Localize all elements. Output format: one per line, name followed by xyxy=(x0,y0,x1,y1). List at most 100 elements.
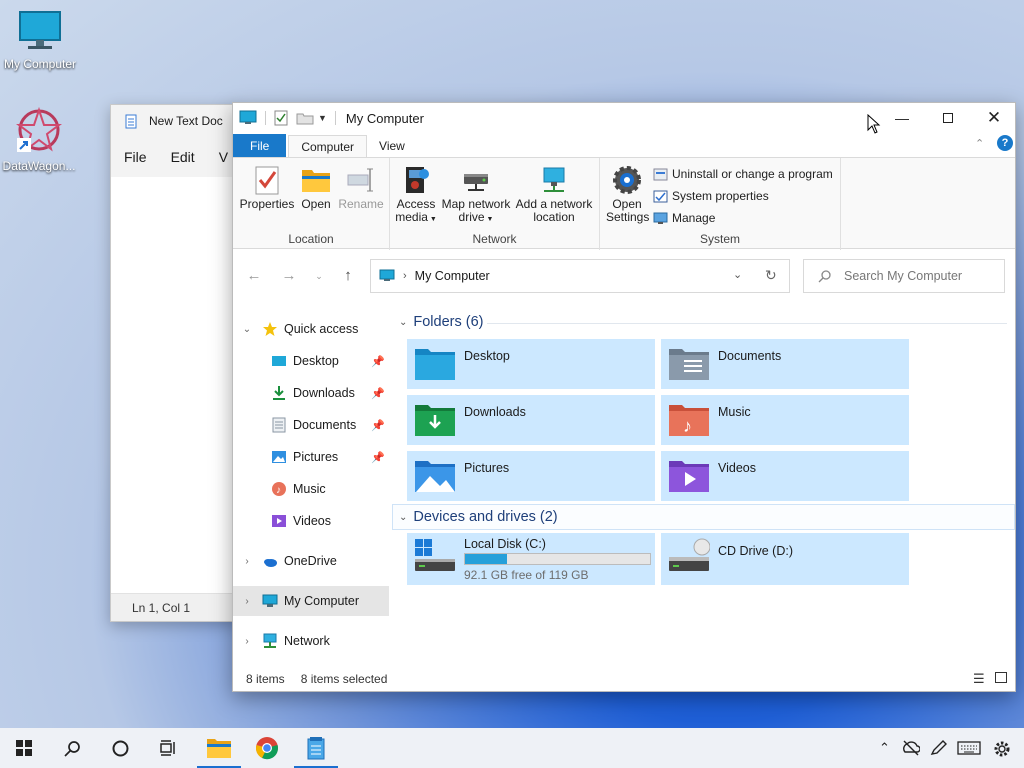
touch-keyboard-icon[interactable] xyxy=(957,740,981,756)
folder-tile-desktop[interactable]: Desktop xyxy=(407,339,655,389)
tree-item-onedrive[interactable]: › OneDrive xyxy=(233,546,389,576)
chevron-down-icon[interactable]: ⌄ xyxy=(399,317,407,328)
details-view-icon[interactable]: ☰ xyxy=(973,671,985,687)
search-icon xyxy=(818,270,831,283)
manage-button[interactable]: Manage xyxy=(653,211,715,225)
chevron-right-icon[interactable]: › xyxy=(240,556,254,567)
folders-header-divider xyxy=(487,323,1007,324)
drive-tile-c[interactable]: Local Disk (C:) 92.1 GB free of 119 GB xyxy=(407,533,655,585)
tree-item-desktop[interactable]: Desktop 📌 xyxy=(233,346,389,376)
up-arrow-icon[interactable]: ↑ xyxy=(337,267,359,284)
cortana-circle-icon xyxy=(112,740,128,756)
desktop-icon-my-computer[interactable]: My Computer xyxy=(0,10,80,71)
taskbar-notepad[interactable] xyxy=(292,728,340,768)
tab-file[interactable]: File xyxy=(233,134,287,157)
add-network-location-button[interactable]: Add a network location xyxy=(514,164,594,224)
open-settings-button[interactable]: Open Settings xyxy=(606,164,649,224)
new-folder-qa-icon[interactable] xyxy=(296,111,314,125)
tree-item-my-computer[interactable]: › My Computer xyxy=(233,586,389,616)
folder-tile-documents[interactable]: Documents xyxy=(661,339,909,389)
folder-tile-videos[interactable]: Videos xyxy=(661,451,909,501)
folder-name: Videos xyxy=(718,461,756,475)
task-view-button[interactable] xyxy=(144,728,192,768)
tree-item-network[interactable]: › Network xyxy=(233,626,389,656)
forward-arrow-icon[interactable]: → xyxy=(278,267,300,284)
large-icons-view-icon[interactable] xyxy=(995,672,1007,683)
folder-tile-downloads[interactable]: Downloads xyxy=(407,395,655,445)
chevron-right-icon[interactable]: › xyxy=(240,596,254,607)
notepad-statusbar: Ln 1, Col 1 xyxy=(111,593,239,621)
open-button[interactable]: Open xyxy=(297,164,335,211)
ribbon-group-location: Properties Open Rename Location xyxy=(233,158,390,250)
taskbar-file-explorer[interactable] xyxy=(195,728,243,768)
notepad-window[interactable]: New Text Doc File Edit V Ln 1, Col 1 xyxy=(110,104,240,622)
pen-icon[interactable] xyxy=(930,740,948,756)
tree-item-downloads[interactable]: Downloads 📌 xyxy=(233,378,389,408)
music-folder-icon: ♪ xyxy=(669,405,709,436)
music-icon: ♪ xyxy=(272,482,286,496)
videos-folder-icon xyxy=(669,461,709,492)
monitor-icon xyxy=(19,11,61,49)
pictures-icon xyxy=(272,451,286,463)
cortana-button[interactable] xyxy=(96,728,144,768)
notepad-menu-file[interactable]: File xyxy=(124,149,147,165)
notepad-titlebar[interactable]: New Text Doc xyxy=(111,105,239,137)
chevron-down-icon[interactable]: ⌄ xyxy=(399,512,407,523)
show-hidden-icons-chevron-icon[interactable]: ⌃ xyxy=(879,740,890,756)
back-arrow-icon[interactable]: ← xyxy=(243,267,265,284)
folder-tile-music[interactable]: ♪ Music xyxy=(661,395,909,445)
search-button[interactable] xyxy=(48,728,96,768)
properties-qa-icon[interactable] xyxy=(274,110,288,126)
navigation-pane: ⌄ Quick access Desktop 📌 Downloads 📌 Doc… xyxy=(233,314,393,648)
desktop-icon-datawagon[interactable]: DataWagon... xyxy=(0,106,79,173)
minimize-button[interactable]: — xyxy=(879,103,925,133)
tab-view[interactable]: View xyxy=(367,135,417,157)
uninstall-program-button[interactable]: Uninstall or change a program xyxy=(653,167,833,181)
network-disconnected-icon[interactable] xyxy=(902,740,920,756)
tree-item-videos[interactable]: Videos xyxy=(233,506,389,536)
tree-item-quick-access[interactable]: ⌄ Quick access xyxy=(233,314,389,344)
close-button[interactable]: ✕ xyxy=(971,103,1017,133)
maximize-button[interactable] xyxy=(925,103,971,133)
star-icon xyxy=(263,322,277,336)
drives-group-header[interactable]: ⌄ Devices and drives (2) xyxy=(399,509,558,525)
taskbar-chrome[interactable] xyxy=(243,728,291,768)
settings-gear-icon[interactable] xyxy=(993,740,1011,758)
ribbon-collapse-icon[interactable]: ⌃ xyxy=(975,137,984,150)
explorer-window[interactable]: ▼ My Computer — ✕ File Computer View ⌃ ?… xyxy=(232,102,1016,692)
svg-text:♪: ♪ xyxy=(683,416,692,436)
help-icon[interactable]: ? xyxy=(997,135,1013,151)
folders-group-header[interactable]: ⌄ Folders (6) xyxy=(399,314,484,330)
folder-tile-pictures[interactable]: Pictures xyxy=(407,451,655,501)
recent-locations-chevron-icon[interactable]: ⌄ xyxy=(308,271,330,282)
drive-tile-d[interactable]: CD Drive (D:) xyxy=(661,533,909,585)
search-box[interactable]: Search My Computer xyxy=(803,259,1005,293)
file-explorer-icon xyxy=(207,739,231,758)
system-properties-button[interactable]: System properties xyxy=(653,189,769,203)
monitor-icon xyxy=(262,594,278,607)
open-folder-icon xyxy=(302,170,330,192)
tree-item-documents[interactable]: Documents 📌 xyxy=(233,410,389,440)
customize-qa-dropdown-icon[interactable]: ▼ xyxy=(318,113,327,123)
tree-item-pictures[interactable]: Pictures 📌 xyxy=(233,442,389,472)
tree-item-music[interactable]: ♪ Music xyxy=(233,474,389,504)
chevron-right-icon[interactable]: › xyxy=(240,636,254,647)
map-network-drive-button[interactable]: Map network drive ▼ xyxy=(440,164,512,226)
refresh-icon[interactable]: ↻ xyxy=(765,267,777,284)
chevron-down-icon[interactable]: ⌄ xyxy=(240,324,254,335)
explorer-titlebar[interactable]: ▼ My Computer — ✕ xyxy=(233,103,1017,134)
tab-computer[interactable]: Computer xyxy=(288,135,368,157)
drive-free-space: 92.1 GB free of 119 GB xyxy=(464,568,589,582)
address-bar[interactable]: › My Computer ⌄ ↻ xyxy=(370,259,790,293)
quick-access-toolbar: ▼ xyxy=(233,110,340,126)
address-history-chevron-icon[interactable]: ⌄ xyxy=(733,268,742,281)
start-button[interactable] xyxy=(0,728,48,768)
search-input[interactable]: Search My Computer xyxy=(844,269,962,283)
notepad-menu-edit[interactable]: Edit xyxy=(171,149,195,165)
notepad-menu-view[interactable]: V xyxy=(219,149,228,165)
pin-icon: 📌 xyxy=(371,355,385,368)
manage-label: Manage xyxy=(672,211,716,225)
access-media-button[interactable]: Access media ▼ xyxy=(394,164,438,226)
rename-button[interactable]: Rename xyxy=(338,164,384,211)
properties-button[interactable]: Properties xyxy=(239,164,295,211)
